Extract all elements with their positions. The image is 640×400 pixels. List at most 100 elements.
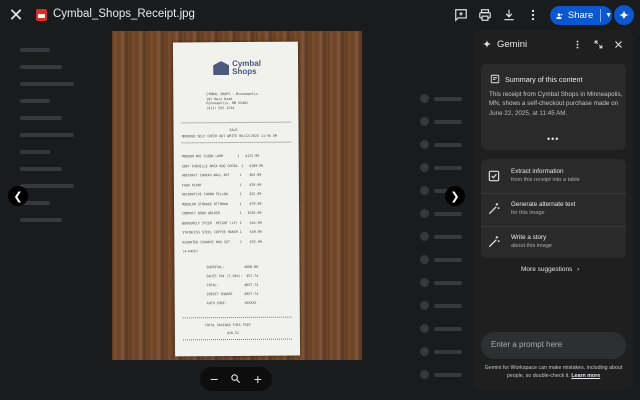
receipt-line: SALE — [229, 127, 238, 133]
print-icon[interactable] — [476, 6, 494, 24]
background-row — [20, 48, 50, 52]
suggestion-subtitle: from this receipt into a table — [511, 177, 580, 183]
background-row — [434, 212, 462, 216]
more-vert-icon[interactable] — [573, 40, 582, 49]
receipt-line: MODULAR STORAGE OTTOMAN 1 $79.99 — [182, 201, 262, 206]
background-row — [434, 97, 462, 101]
receipt-line: DECORATIVE THROW PILLOW 1 $22.99 — [181, 191, 262, 197]
receipt-line: SUBTOTAL: $800.00 — [206, 264, 259, 270]
receipt-divider — [181, 121, 291, 124]
background-row — [20, 116, 62, 120]
gemini-spark-icon — [482, 39, 492, 49]
gemini-spark-icon[interactable] — [614, 5, 634, 25]
chevron-left-icon[interactable]: ❮ — [8, 186, 28, 206]
gemini-panel: Gemini Summary of this content This rece… — [473, 30, 634, 390]
gemini-panel-header: Gemini — [473, 30, 634, 58]
background-row — [20, 65, 62, 69]
download-icon[interactable] — [500, 6, 518, 24]
extract-table-icon — [488, 170, 500, 182]
prompt-placeholder: Enter a prompt here — [491, 340, 563, 349]
receipt-line: STAINLESS STEEL COFFEE MAKER 1 $49.99 — [182, 229, 262, 235]
receipt-line: ORDERED SELF CHECK OUT WRITE 06/22/2025 … — [181, 133, 277, 139]
background-row — [434, 304, 462, 308]
suggestion-write-story[interactable]: Write a story about this image — [481, 227, 626, 258]
zoom-controls: − + — [200, 367, 272, 391]
background-row — [434, 327, 462, 331]
background-row — [434, 166, 462, 170]
expand-icon[interactable] — [594, 40, 603, 49]
receipt-line: SALES TAX (7.28%): $57.74 — [206, 273, 259, 279]
receipt-line: CREDIT CHARGE $857.74 — [206, 291, 259, 297]
receipt-line: AUTH CODE: XXXXXX — [206, 300, 257, 306]
expand-summary-button[interactable]: ••• — [547, 134, 559, 144]
receipt-line: (612) 555-1234 — [206, 105, 235, 110]
summary-icon — [490, 74, 500, 84]
receipt-line: SOFT CHENILLE AREA RUG COCOA 1 $189.99 — [181, 163, 264, 168]
share-dropdown-icon[interactable]: ▼ — [605, 12, 612, 19]
file-title: Cymbal_Shops_Receipt.jpg — [53, 8, 195, 20]
background-row — [434, 350, 462, 354]
image-file-icon — [36, 9, 47, 21]
background-avatar — [420, 163, 429, 172]
suggestion-generate-alt-text[interactable]: Generate alternate text for this image — [481, 194, 626, 225]
receipt-divider — [181, 141, 291, 144]
chevron-right-icon[interactable]: ❯ — [445, 186, 465, 206]
background-avatar — [420, 94, 429, 103]
more-vert-icon[interactable] — [524, 6, 542, 24]
suggestion-title: Extract information — [511, 168, 564, 175]
magic-pen-icon — [488, 203, 500, 215]
receipt-line: $10.52 — [226, 330, 239, 336]
background-avatar — [420, 255, 429, 264]
receipt-paper: Cymbal Shops CYMBAL SHOPS - Minneapolis 1… — [172, 41, 301, 357]
background-row — [434, 373, 462, 377]
share-people-icon — [556, 12, 563, 19]
background-row — [434, 143, 462, 147]
receipt-line: TOTAL: $857.74 — [206, 282, 259, 288]
summary-fade — [481, 112, 626, 130]
cymbal-logo: Cymbal Shops — [213, 59, 261, 77]
more-suggestions-label: More suggestions — [521, 266, 573, 273]
background-avatar — [420, 370, 429, 379]
suggestion-title: Generate alternate text — [511, 201, 576, 208]
suggestion-subtitle: about this image — [511, 243, 553, 249]
close-icon[interactable] — [614, 40, 623, 49]
background-avatar — [420, 117, 429, 126]
add-comment-icon[interactable] — [452, 6, 470, 24]
suggestion-title: Write a story — [511, 234, 547, 241]
background-avatar — [420, 209, 429, 218]
gemini-disclaimer: Gemini for Workspace can make mistakes, … — [481, 365, 626, 380]
background-row — [434, 120, 462, 124]
background-avatar — [420, 232, 429, 241]
receipt-divider — [182, 316, 292, 319]
receipt-divider — [182, 338, 292, 341]
logo-brand-line: Shops — [232, 66, 257, 77]
background-avatar — [420, 347, 429, 356]
suggestion-extract-information[interactable]: Extract information from this receipt in… — [481, 161, 626, 192]
receipt-line: ABSTRACT CANVAS WALL ART 1 $64.99 — [181, 172, 262, 178]
summary-card: Summary of this content This receipt fro… — [481, 64, 626, 150]
zoom-out-icon[interactable]: − — [210, 372, 218, 386]
share-button[interactable]: Share ▼ — [550, 6, 612, 25]
background-avatar — [420, 301, 429, 310]
disclaimer-text: Gemini for Workspace can make mistakes, … — [484, 365, 623, 379]
receipt-line: (4-PACK) — [182, 249, 199, 254]
prompt-input[interactable]: Enter a prompt here — [481, 332, 626, 359]
background-row — [20, 184, 74, 188]
gemini-panel-title: Gemini — [497, 39, 528, 50]
background-row — [434, 258, 462, 262]
background-row — [20, 167, 62, 171]
summary-title: Summary of this content — [505, 75, 583, 84]
more-suggestions-link[interactable]: More suggestions › — [521, 266, 579, 273]
learn-more-link[interactable]: Learn more — [571, 373, 600, 379]
receipt-line: ASSORTED CERAMIC MUG SET 1 $32.99 — [182, 239, 262, 244]
close-icon[interactable]: ✕ — [6, 5, 26, 25]
background-avatar — [420, 140, 429, 149]
background-row — [20, 150, 50, 154]
share-divider — [600, 9, 602, 22]
receipt-line: BOOKSHELF 5TIER HEIGHT (LF) 1 $44.99 — [182, 220, 262, 225]
zoom-icon[interactable] — [230, 372, 241, 386]
zoom-in-icon[interactable]: + — [254, 372, 262, 386]
receipt-line: FAUX PLANT 1 $29.99 — [181, 182, 262, 187]
magic-pen-icon — [488, 236, 500, 248]
background-row — [20, 99, 50, 103]
